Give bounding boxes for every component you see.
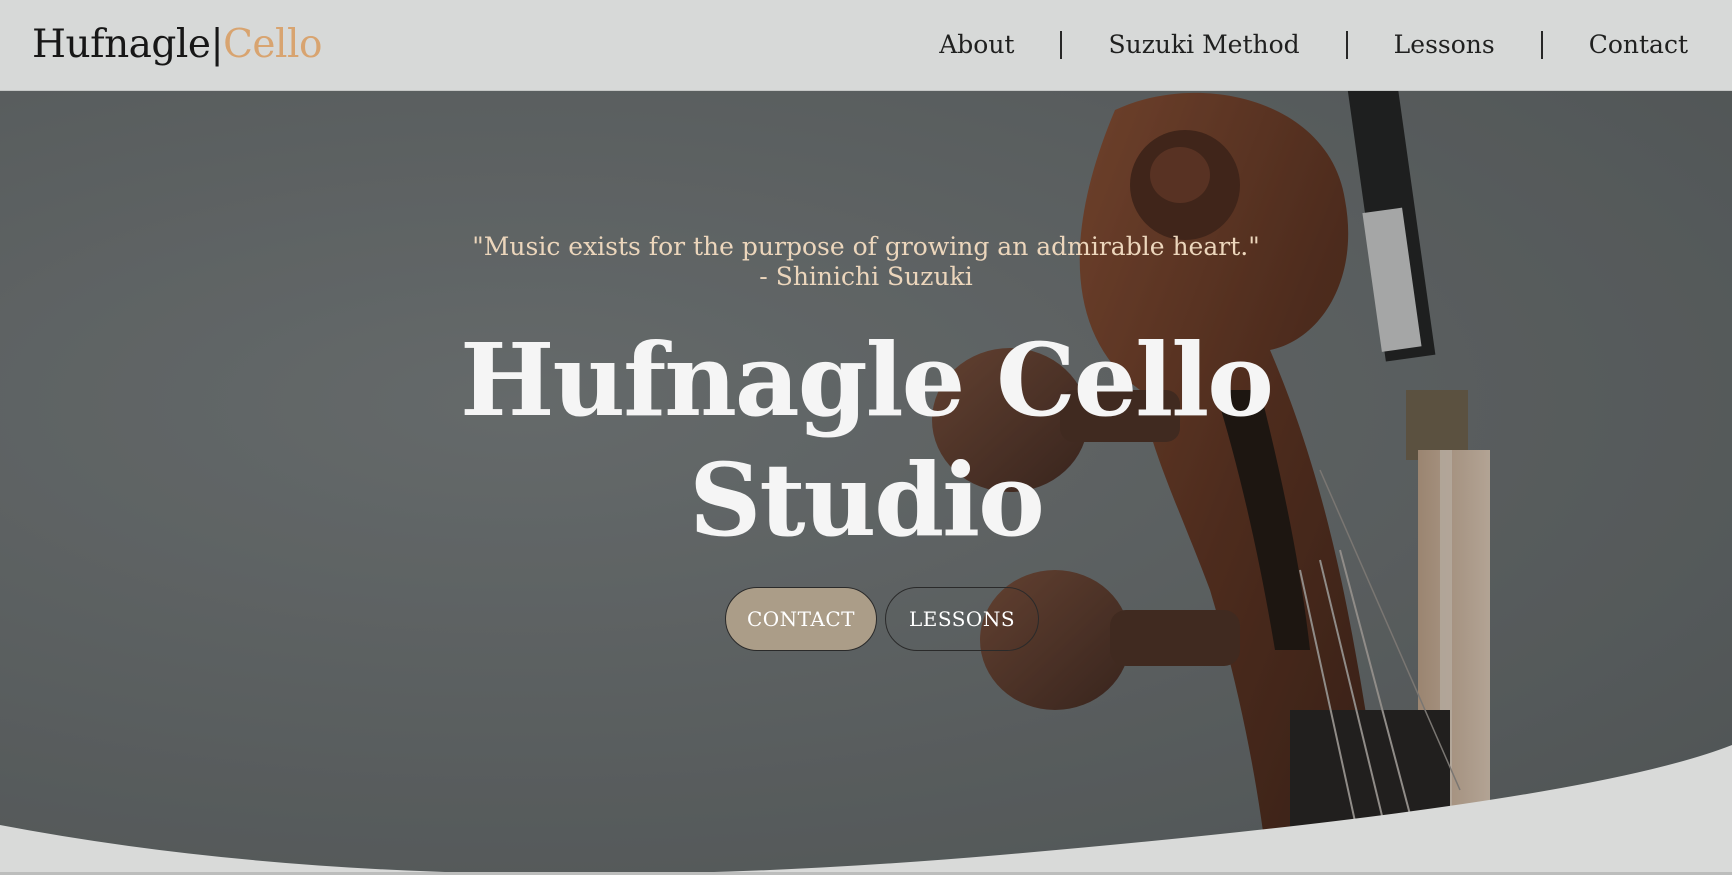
- nav-link-lessons[interactable]: Lessons: [1390, 30, 1499, 59]
- nav-separator: [1540, 30, 1543, 59]
- lessons-button[interactable]: LESSONS: [885, 587, 1039, 651]
- contact-button[interactable]: CONTACT: [725, 587, 877, 651]
- hero-title-line-1: Hufnagle Cello: [460, 321, 1274, 439]
- main-nav: About Suzuki Method Lessons Contact: [935, 30, 1692, 59]
- logo-accent-text: Cello: [223, 22, 322, 67]
- hero-quote-author: - Shinichi Suzuki: [759, 262, 973, 291]
- site-logo[interactable]: Hufnagle|Cello: [32, 22, 322, 68]
- hero-title-line-2: Studio: [689, 441, 1045, 559]
- hero-bottom-curve: [0, 745, 1732, 875]
- nav-link-contact[interactable]: Contact: [1585, 30, 1692, 59]
- nav-link-suzuki-method[interactable]: Suzuki Method: [1104, 30, 1303, 59]
- nav-separator: [1345, 30, 1348, 59]
- hero-quote: "Music exists for the purpose of growing…: [472, 232, 1260, 261]
- nav-link-about[interactable]: About: [935, 30, 1018, 59]
- hero-section: "Music exists for the purpose of growing…: [0, 90, 1732, 875]
- nav-separator: [1060, 30, 1063, 59]
- logo-main-text: Hufnagle|: [32, 22, 224, 67]
- site-header: Hufnagle|Cello About Suzuki Method Lesso…: [0, 0, 1732, 91]
